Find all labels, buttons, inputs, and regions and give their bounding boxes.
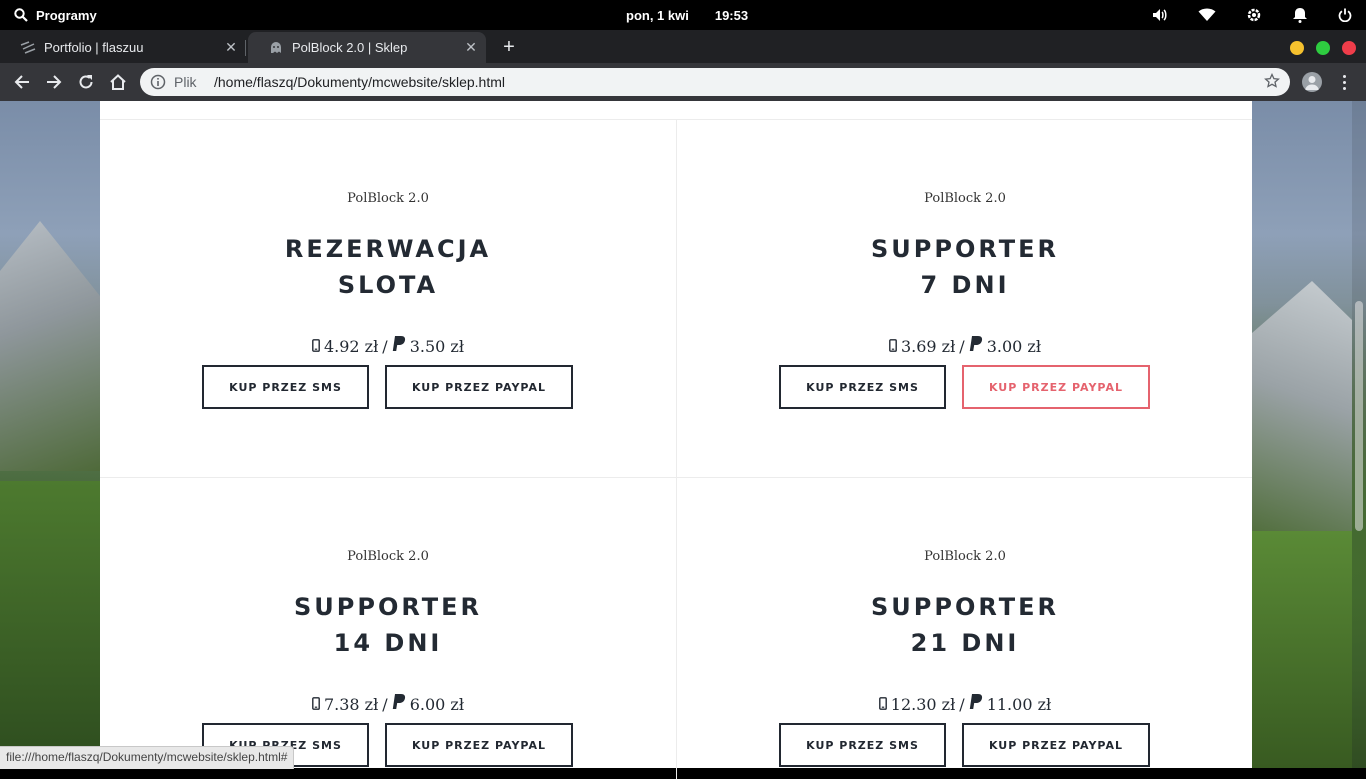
background-mountain-left	[0, 221, 100, 471]
paypal-icon	[392, 336, 406, 356]
product-title: SUPPORTER 14 DNI	[100, 589, 676, 661]
tab-strip: Portfolio | flaszuu ✕ PolBlock 2.0 | Skl…	[0, 30, 1366, 63]
buy-paypal-button[interactable]: KUP PRZEZ PAYPAL	[385, 723, 573, 767]
price-separator: /	[959, 336, 965, 356]
buy-sms-button[interactable]: KUP PRZEZ SMS	[202, 365, 369, 409]
paypal-price: 11.00 zł	[986, 694, 1052, 714]
profile-avatar[interactable]	[1302, 72, 1322, 92]
close-window-button[interactable]	[1342, 41, 1356, 55]
menu-icon[interactable]	[1336, 72, 1352, 92]
background-mountain-right	[1252, 281, 1352, 541]
tab-title: Portfolio | flaszuu	[44, 40, 144, 55]
product-title-line1: SUPPORTER	[870, 593, 1059, 621]
background-grass-left	[0, 481, 100, 768]
tab-title: PolBlock 2.0 | Sklep	[292, 40, 408, 55]
bookmark-star-icon[interactable]	[1264, 72, 1280, 94]
wifi-icon[interactable]	[1198, 8, 1216, 22]
system-tray	[1152, 0, 1352, 30]
apps-menu[interactable]: Programy	[14, 0, 97, 30]
paypal-icon	[969, 694, 983, 714]
product-title-line2: 7 DNI	[920, 271, 1010, 299]
product-price: 7.38 zł / 6.00 zł	[100, 694, 676, 714]
product-title-line1: REZERWACJA	[284, 235, 492, 263]
new-tab-button[interactable]: +	[498, 36, 520, 58]
info-icon[interactable]	[150, 74, 166, 95]
product-title-line2: 21 DNI	[910, 629, 1020, 657]
product-brand: PolBlock 2.0	[347, 191, 429, 206]
product-price: 12.30 zł / 11.00 zł	[677, 694, 1253, 714]
minimize-button[interactable]	[1290, 41, 1304, 55]
divider	[676, 119, 677, 779]
price-separator: /	[959, 694, 965, 714]
product-title: REZERWACJA SLOTA	[100, 231, 676, 303]
sms-price: 7.38 zł	[323, 694, 379, 714]
window-controls	[1290, 41, 1356, 55]
time-label: 19:53	[714, 7, 749, 23]
settings-icon[interactable]	[1246, 7, 1262, 23]
product-title-line1: SUPPORTER	[293, 593, 482, 621]
link-status-bar: file:///home/flaszq/Dokumenty/mcwebsite/…	[0, 746, 295, 769]
product-title: SUPPORTER 7 DNI	[677, 231, 1253, 303]
divider	[100, 477, 1252, 478]
buy-paypal-button[interactable]: KUP PRZEZ PAYPAL	[385, 365, 573, 409]
buy-paypal-button[interactable]: KUP PRZEZ PAYPAL	[962, 365, 1150, 409]
ghost-favicon-icon	[268, 40, 284, 56]
background-grass-right	[1252, 531, 1352, 768]
close-icon[interactable]: ✕	[224, 40, 238, 54]
forward-icon[interactable]	[44, 72, 64, 92]
scrollbar-thumb[interactable]	[1355, 301, 1363, 531]
product-title: SUPPORTER 21 DNI	[677, 589, 1253, 661]
phone-icon	[312, 337, 320, 356]
address-bar[interactable]: Plik /home/flaszq/Dokumenty/mcwebsite/sk…	[140, 68, 1290, 96]
volume-icon[interactable]	[1152, 8, 1168, 22]
back-icon[interactable]	[12, 72, 32, 92]
tab-separator	[245, 40, 246, 56]
buy-sms-button[interactable]: KUP PRZEZ SMS	[779, 365, 946, 409]
home-icon[interactable]	[108, 72, 128, 92]
price-separator: /	[382, 694, 388, 714]
product-title-line2: SLOTA	[337, 271, 439, 299]
product-brand: PolBlock 2.0	[924, 549, 1006, 564]
sms-price: 12.30 zł	[890, 694, 956, 714]
product-title-line1: SUPPORTER	[870, 235, 1059, 263]
url-text[interactable]: /home/flaszq/Dokumenty/mcwebsite/sklep.h…	[214, 68, 505, 96]
system-top-bar: Programy pon, 1 kwi 19:53	[0, 0, 1366, 30]
close-icon[interactable]: ✕	[464, 40, 478, 54]
product-brand: PolBlock 2.0	[347, 549, 429, 564]
paypal-icon	[969, 336, 983, 356]
reload-icon[interactable]	[76, 72, 96, 92]
maximize-button[interactable]	[1316, 41, 1330, 55]
buy-paypal-button[interactable]: KUP PRZEZ PAYPAL	[962, 723, 1150, 767]
sms-price: 3.69 zł	[900, 336, 956, 356]
paypal-price: 6.00 zł	[409, 694, 465, 714]
phone-icon	[312, 695, 320, 714]
date-label: pon, 1 kwi	[626, 7, 689, 23]
buy-sms-button[interactable]: KUP PRZEZ SMS	[779, 723, 946, 767]
product-brand: PolBlock 2.0	[924, 191, 1006, 206]
shop-panel: PolBlock 2.0 REZERWACJA SLOTA 4.92 zł / …	[100, 101, 1253, 779]
tab-portfolio[interactable]: Portfolio | flaszuu ✕	[0, 32, 246, 63]
clock[interactable]: pon, 1 kwi 19:53	[626, 0, 748, 30]
portfolio-favicon-icon	[20, 40, 36, 56]
product-price: 4.92 zł / 3.50 zł	[100, 336, 676, 356]
notifications-icon[interactable]	[1292, 7, 1308, 23]
paypal-price: 3.50 zł	[409, 336, 465, 356]
product-title-line2: 14 DNI	[333, 629, 443, 657]
product-price: 3.69 zł / 3.00 zł	[677, 336, 1253, 356]
scheme-label: Plik	[174, 74, 197, 90]
phone-icon	[889, 337, 897, 356]
paypal-icon	[392, 694, 406, 714]
search-icon	[14, 8, 28, 22]
power-icon[interactable]	[1338, 8, 1352, 22]
tab-sklep[interactable]: PolBlock 2.0 | Sklep ✕	[248, 32, 486, 63]
sms-price: 4.92 zł	[323, 336, 379, 356]
phone-icon	[878, 695, 887, 714]
page-scrollbar[interactable]	[1352, 101, 1366, 768]
price-separator: /	[382, 336, 388, 356]
apps-label: Programy	[36, 7, 97, 23]
paypal-price: 3.00 zł	[986, 336, 1042, 356]
